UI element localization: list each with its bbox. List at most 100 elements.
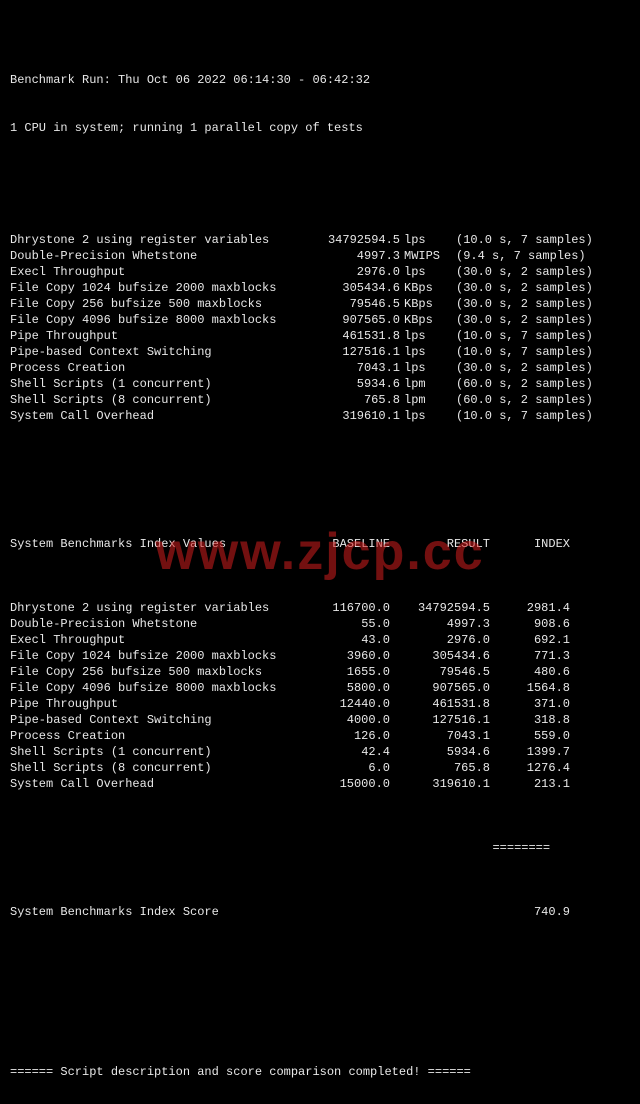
index-name: Double-Precision Whetstone [10, 616, 300, 632]
terminal: www.zjcp.cc Benchmark Run: Thu Oct 06 20… [0, 0, 640, 1104]
index-value: 318.8 [490, 712, 570, 728]
test-value: 461531.8 [300, 328, 400, 344]
index-result: 2976.0 [390, 632, 490, 648]
test-unit: lps [400, 264, 448, 280]
index-row: Pipe Throughput12440.0461531.8371.0 [10, 696, 630, 712]
index-name: File Copy 1024 bufsize 2000 maxblocks [10, 648, 300, 664]
index-baseline: 15000.0 [300, 776, 390, 792]
index-baseline: 126.0 [300, 728, 390, 744]
test-unit: KBps [400, 280, 448, 296]
index-baseline: 42.4 [300, 744, 390, 760]
index-baseline: 116700.0 [300, 600, 390, 616]
blank [10, 168, 630, 184]
col-result: RESULT [390, 536, 490, 552]
test-name: Pipe Throughput [10, 328, 300, 344]
index-name: Shell Scripts (8 concurrent) [10, 760, 300, 776]
score-label: System Benchmarks Index Score [10, 904, 300, 920]
index-name: Pipe-based Context Switching [10, 712, 300, 728]
index-value: 1564.8 [490, 680, 570, 696]
index-value: 1399.7 [490, 744, 570, 760]
index-name: System Call Overhead [10, 776, 300, 792]
index-result: 319610.1 [390, 776, 490, 792]
index-value: 1276.4 [490, 760, 570, 776]
index-baseline: 1655.0 [300, 664, 390, 680]
test-value: 4997.3 [300, 248, 400, 264]
test-name: Double-Precision Whetstone [10, 248, 300, 264]
test-row: File Copy 256 bufsize 500 maxblocks79546… [10, 296, 630, 312]
test-row: File Copy 1024 bufsize 2000 maxblocks305… [10, 280, 630, 296]
index-baseline: 5800.0 [300, 680, 390, 696]
index-result: 4997.3 [390, 616, 490, 632]
index-row: File Copy 1024 bufsize 2000 maxblocks396… [10, 648, 630, 664]
test-unit: lps [400, 408, 448, 424]
col-index: INDEX [490, 536, 570, 552]
header-run: Benchmark Run: Thu Oct 06 2022 06:14:30 … [10, 72, 630, 88]
index-row: File Copy 4096 bufsize 8000 maxblocks580… [10, 680, 630, 696]
index-name: Pipe Throughput [10, 696, 300, 712]
index-row: File Copy 256 bufsize 500 maxblocks1655.… [10, 664, 630, 680]
col-baseline: BASELINE [300, 536, 390, 552]
index-row: Pipe-based Context Switching4000.0127516… [10, 712, 630, 728]
test-row: Execl Throughput2976.0lps(30.0 s, 2 samp… [10, 264, 630, 280]
index-baseline: 43.0 [300, 632, 390, 648]
index-row: System Call Overhead15000.0319610.1213.1 [10, 776, 630, 792]
test-name: File Copy 4096 bufsize 8000 maxblocks [10, 312, 300, 328]
index-row: Shell Scripts (8 concurrent)6.0765.81276… [10, 760, 630, 776]
index-name: File Copy 256 bufsize 500 maxblocks [10, 664, 300, 680]
test-row: Shell Scripts (1 concurrent)5934.6lpm(60… [10, 376, 630, 392]
test-unit: lpm [400, 392, 448, 408]
test-duration: (60.0 s, 2 samples) [448, 376, 626, 392]
test-row: Pipe-based Context Switching127516.1lps(… [10, 344, 630, 360]
index-baseline: 4000.0 [300, 712, 390, 728]
index-row: Process Creation126.07043.1559.0 [10, 728, 630, 744]
test-duration: (30.0 s, 2 samples) [448, 360, 626, 376]
test-unit: lpm [400, 376, 448, 392]
index-result: 79546.5 [390, 664, 490, 680]
index-result: 34792594.5 [390, 600, 490, 616]
index-value: 213.1 [490, 776, 570, 792]
test-unit: lps [400, 328, 448, 344]
test-name: Pipe-based Context Switching [10, 344, 300, 360]
index-block: Dhrystone 2 using register variables1167… [10, 600, 630, 792]
score-value: 740.9 [490, 904, 570, 920]
test-unit: lps [400, 360, 448, 376]
index-row: Dhrystone 2 using register variables1167… [10, 600, 630, 616]
test-value: 79546.5 [300, 296, 400, 312]
test-unit: MWIPS [400, 248, 448, 264]
blank [10, 1016, 630, 1032]
index-baseline: 6.0 [300, 760, 390, 776]
test-row: Pipe Throughput461531.8lps(10.0 s, 7 sam… [10, 328, 630, 344]
tests-block: Dhrystone 2 using register variables3479… [10, 232, 630, 424]
test-duration: (10.0 s, 7 samples) [448, 344, 626, 360]
test-name: System Call Overhead [10, 408, 300, 424]
index-result: 5934.6 [390, 744, 490, 760]
index-value: 2981.4 [490, 600, 570, 616]
test-duration: (10.0 s, 7 samples) [448, 232, 626, 248]
test-row: Process Creation7043.1lps(30.0 s, 2 samp… [10, 360, 630, 376]
test-value: 127516.1 [300, 344, 400, 360]
index-row: Execl Throughput43.02976.0692.1 [10, 632, 630, 648]
test-row: System Call Overhead319610.1lps(10.0 s, … [10, 408, 630, 424]
test-value: 5934.6 [300, 376, 400, 392]
index-baseline: 3960.0 [300, 648, 390, 664]
index-value: 559.0 [490, 728, 570, 744]
header-cpu: 1 CPU in system; running 1 parallel copy… [10, 120, 630, 136]
index-value: 692.1 [490, 632, 570, 648]
test-name: Shell Scripts (8 concurrent) [10, 392, 300, 408]
test-value: 765.8 [300, 392, 400, 408]
test-value: 319610.1 [300, 408, 400, 424]
score-line: System Benchmarks Index Score 740.9 [10, 904, 630, 920]
index-result: 7043.1 [390, 728, 490, 744]
index-result: 127516.1 [390, 712, 490, 728]
index-name: Execl Throughput [10, 632, 300, 648]
test-value: 2976.0 [300, 264, 400, 280]
index-name: Process Creation [10, 728, 300, 744]
test-duration: (9.4 s, 7 samples) [448, 248, 626, 264]
test-row: Dhrystone 2 using register variables3479… [10, 232, 630, 248]
index-result: 765.8 [390, 760, 490, 776]
index-result: 305434.6 [390, 648, 490, 664]
test-duration: (30.0 s, 2 samples) [448, 296, 626, 312]
test-duration: (30.0 s, 2 samples) [448, 280, 626, 296]
index-result: 907565.0 [390, 680, 490, 696]
test-unit: lps [400, 344, 448, 360]
